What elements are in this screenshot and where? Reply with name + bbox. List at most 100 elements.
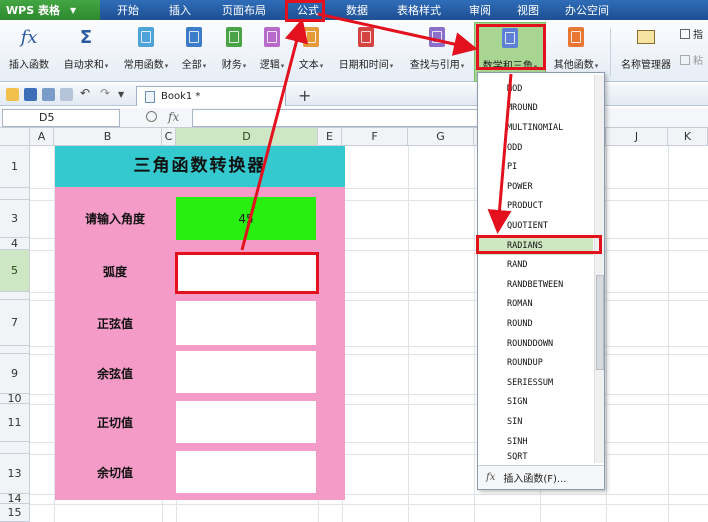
cosine-cell[interactable] — [176, 351, 316, 393]
row-header-13[interactable]: 13 — [0, 454, 30, 494]
function-item[interactable]: MULTINOMIAL — [479, 118, 593, 138]
tab-review[interactable]: 审阅 — [456, 0, 504, 20]
pointer-button[interactable]: 指 — [680, 26, 703, 41]
row-header-14[interactable]: 14 — [0, 492, 30, 505]
function-item[interactable]: SINH — [479, 432, 593, 452]
name-manager-label: 名称管理器 — [621, 60, 671, 71]
formula-input[interactable] — [192, 109, 478, 127]
row-header-12[interactable] — [0, 442, 30, 454]
function-item[interactable]: SIN — [479, 412, 593, 432]
fx-label[interactable]: fx — [168, 110, 179, 124]
row-header-10[interactable]: 10 — [0, 392, 30, 405]
row-header-3[interactable]: 3 — [0, 200, 30, 238]
print-icon[interactable] — [42, 88, 55, 101]
function-item[interactable]: QUOTIENT — [479, 216, 593, 236]
undo-icon[interactable]: ↶ — [80, 86, 93, 100]
zoom-icon[interactable] — [146, 111, 157, 122]
paste-button[interactable]: 粘 — [680, 52, 703, 67]
app-menu-button[interactable]: WPS 表格 ▼ — [0, 0, 100, 20]
function-item[interactable]: SQRT — [479, 451, 593, 463]
chevron-down-icon: ▾ — [460, 62, 465, 70]
finance-label: 财务 — [221, 60, 242, 71]
tab-insert[interactable]: 插入 — [156, 0, 204, 20]
row-header-11[interactable]: 11 — [0, 404, 30, 442]
row-header-15[interactable]: 15 — [0, 504, 30, 522]
corner-select-all[interactable] — [0, 128, 30, 146]
row-header-9[interactable]: 9 — [0, 354, 30, 394]
name-tag-icon — [635, 26, 657, 48]
insert-function-button[interactable]: fx 插入函数 — [4, 24, 54, 82]
common-functions-button[interactable]: 常用函数▾ — [118, 24, 174, 82]
row-header-1[interactable]: 1 — [0, 146, 30, 188]
finance-functions-button[interactable]: 财务▾ — [214, 24, 254, 82]
col-header-j[interactable]: J — [606, 128, 668, 146]
spreadsheet-icon — [145, 90, 155, 103]
print-preview-icon[interactable] — [60, 88, 73, 101]
function-item[interactable]: POWER — [479, 177, 593, 197]
function-item[interactable]: RAND — [479, 255, 593, 275]
tab-office-space[interactable]: 办公空间 — [552, 0, 622, 20]
chevron-down-icon: ▾ — [594, 62, 599, 70]
cotangent-cell[interactable] — [176, 451, 316, 493]
row-header-6[interactable] — [0, 292, 30, 300]
col-header-f[interactable]: F — [342, 128, 408, 146]
function-item[interactable]: ROUND — [479, 314, 593, 334]
tab-table-style[interactable]: 表格样式 — [382, 0, 456, 20]
lookup-label: 查找与引用 — [409, 60, 460, 71]
function-item[interactable]: RANDBETWEEN — [479, 275, 593, 295]
function-item[interactable]: MOD — [479, 79, 593, 99]
datetime-functions-button[interactable]: 日期和时间▾ — [332, 24, 400, 82]
document-tab[interactable]: Book1 * — [136, 86, 286, 106]
dropdown-scrollbar[interactable] — [594, 75, 604, 463]
chevron-down-icon: ▾ — [164, 62, 169, 70]
grid-line — [668, 146, 669, 522]
save-icon[interactable] — [24, 88, 37, 101]
name-box[interactable]: D5 — [2, 109, 120, 127]
function-item[interactable]: SERIESSUM — [479, 373, 593, 393]
text-functions-button[interactable]: 文本▾ — [292, 24, 330, 82]
function-item[interactable]: ROUNDUP — [479, 353, 593, 373]
lookup-functions-button[interactable]: 查找与引用▾ — [404, 24, 470, 82]
function-item[interactable]: PI — [479, 157, 593, 177]
col-header-g[interactable]: G — [408, 128, 474, 146]
row-header-2[interactable] — [0, 188, 30, 200]
col-header-e[interactable]: E — [318, 128, 342, 146]
new-tab-button[interactable]: + — [298, 86, 311, 105]
col-header-b[interactable]: B — [54, 128, 162, 146]
pointer-icon — [680, 28, 690, 39]
function-item[interactable]: ODD — [479, 138, 593, 158]
row-header-7[interactable]: 7 — [0, 300, 30, 346]
function-book-icon — [426, 26, 448, 48]
col-header-c[interactable]: C — [162, 128, 176, 146]
function-item[interactable]: ROMAN — [479, 295, 593, 315]
all-functions-button[interactable]: 全部▾ — [176, 24, 212, 82]
function-item[interactable]: ROUNDDOWN — [479, 334, 593, 354]
scrollbar-thumb[interactable] — [596, 275, 604, 370]
row-header-5[interactable]: 5 — [0, 250, 30, 292]
tab-home[interactable]: 开始 — [100, 0, 156, 20]
tab-view[interactable]: 视图 — [504, 0, 552, 20]
redo-icon[interactable]: ↷ — [100, 86, 113, 100]
tab-page-layout[interactable]: 页面布局 — [204, 0, 284, 20]
col-header-a[interactable]: A — [30, 128, 54, 146]
tangent-label: 正切值 — [96, 416, 133, 430]
col-header-d[interactable]: D — [176, 128, 318, 146]
function-item[interactable]: SIGN — [479, 393, 593, 413]
row-header-8[interactable] — [0, 346, 30, 354]
insert-function-menu-item[interactable]: fx 插入函数(F)... — [478, 465, 604, 489]
all-label: 全部 — [181, 60, 202, 71]
autosum-button[interactable]: Σ 自动求和▾ — [58, 24, 114, 82]
tangent-cell[interactable] — [176, 401, 316, 443]
row-header-4[interactable]: 4 — [0, 237, 30, 250]
open-folder-icon[interactable] — [6, 88, 19, 101]
annotation-box-radians — [476, 235, 602, 254]
sine-cell[interactable] — [176, 301, 316, 345]
chevron-down-icon[interactable]: ▼ — [118, 90, 131, 103]
function-item[interactable]: PRODUCT — [479, 197, 593, 217]
angle-input-cell[interactable]: 45 — [176, 197, 316, 240]
tab-data[interactable]: 数据 — [332, 0, 382, 20]
logic-functions-button[interactable]: 逻辑▾ — [254, 24, 290, 82]
name-manager-button[interactable]: 名称管理器 — [616, 24, 676, 82]
col-header-k[interactable]: K — [668, 128, 708, 146]
function-item[interactable]: MROUND — [479, 99, 593, 119]
